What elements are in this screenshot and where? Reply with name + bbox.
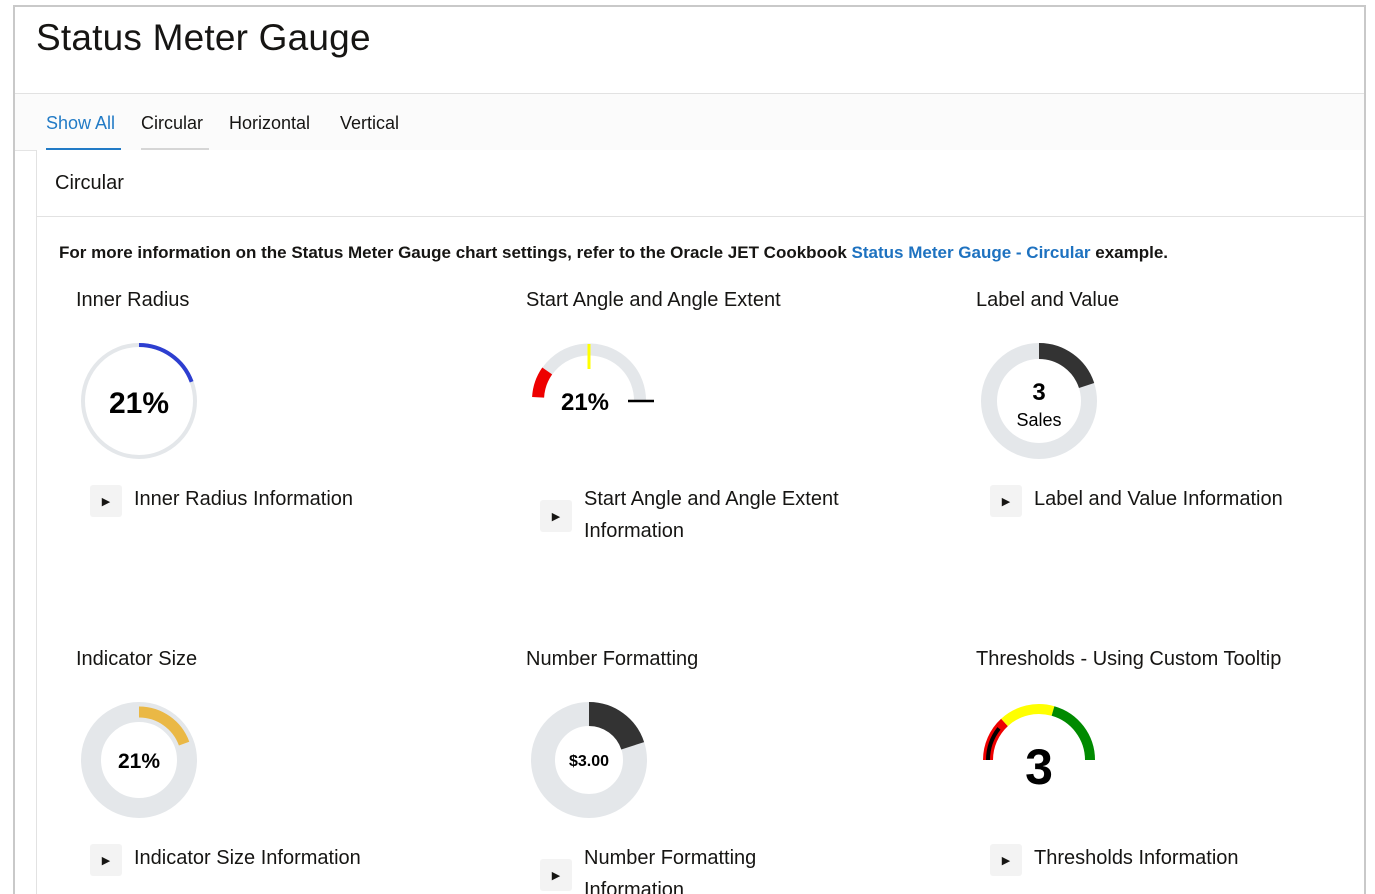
cookbook-link[interactable]: Status Meter Gauge - Circular <box>852 243 1091 262</box>
gauge-indicator <box>532 367 553 398</box>
gauge-value-label: 21% <box>118 750 160 773</box>
thresholds-disclosure[interactable]: ▶ Thresholds Information <box>990 842 1239 876</box>
panel-title: Circular <box>55 172 124 194</box>
disclosure-label: Indicator Size Information <box>134 847 361 869</box>
disclosure-label: Thresholds Information <box>1034 847 1239 869</box>
gauge-value-label: $3.00 <box>569 753 609 770</box>
gauge-threshold-yellow <box>1001 704 1055 727</box>
disclosure-line-1: Number Formatting <box>584 847 757 869</box>
label-value-disclosure[interactable]: ▶ Label and Value Information <box>990 483 1283 517</box>
gauge-indicator <box>588 702 645 751</box>
gauge-sub-label: Sales <box>1016 410 1061 430</box>
triangle-right-icon[interactable]: ▶ <box>90 844 122 876</box>
start-angle-disclosure[interactable]: ▶ Start Angle and Angle Extent Informatio… <box>540 483 839 547</box>
page-header: Status Meter Gauge <box>15 7 1364 94</box>
card-title-start-angle: Start Angle and Angle Extent <box>526 289 781 311</box>
circular-panel: Circular For more information on the Sta… <box>36 150 1364 894</box>
triangle-right-icon[interactable]: ▶ <box>990 485 1022 517</box>
disclosure-line-2: Information <box>584 879 685 894</box>
triangle-right-icon[interactable]: ▶ <box>90 485 122 517</box>
card-title-label-value: Label and Value <box>976 289 1120 311</box>
card-title-indicator-size: Indicator Size <box>76 648 198 670</box>
panel-header: Circular <box>37 150 1364 217</box>
indicator-size-disclosure[interactable]: ▶ Indicator Size Information <box>90 842 361 876</box>
gauge-number-formatting[interactable]: $3.00 <box>524 695 654 825</box>
tab-show-all[interactable]: Show All <box>46 94 121 150</box>
triangle-right-icon[interactable]: ▶ <box>990 844 1022 876</box>
gauge-indicator <box>1038 342 1095 389</box>
cookbook-info: For more information on the Status Meter… <box>59 243 1168 263</box>
gauge-start-angle[interactable]: 21% <box>524 336 654 466</box>
tab-circular[interactable]: Circular <box>141 94 209 150</box>
gauge-indicator <box>138 343 194 383</box>
disclosure-label: Number Formatting Information <box>584 842 756 894</box>
info-prefix: For more information on the Status Meter… <box>59 243 852 262</box>
card-title-thresholds: Thresholds - Using Custom Tooltip <box>976 648 1282 670</box>
disclosure-line-2: Information <box>584 520 685 542</box>
gauge-indicator-size[interactable]: 21% <box>74 695 204 825</box>
gauge-inner-radius[interactable]: 21% <box>74 336 204 466</box>
gauge-value-label: 21% <box>561 389 609 416</box>
app-frame: Status Meter Gauge Show All Circular Hor… <box>13 5 1366 894</box>
page-title: Status Meter Gauge <box>36 17 371 58</box>
tab-horizontal[interactable]: Horizontal <box>229 94 310 148</box>
gauge-threshold-green <box>1051 706 1095 761</box>
tab-vertical[interactable]: Vertical <box>340 94 399 148</box>
inner-radius-disclosure[interactable]: ▶ Inner Radius Information <box>90 483 353 517</box>
gauge-value-label: 3 <box>1025 739 1053 795</box>
disclosure-label: Label and Value Information <box>1034 488 1283 510</box>
gauge-thresholds[interactable]: 3 <box>974 695 1104 825</box>
gauge-label-value[interactable]: 3 Sales <box>974 336 1104 466</box>
card-title-number-formatting: Number Formatting <box>526 648 699 670</box>
number-formatting-disclosure[interactable]: ▶ Number Formatting Information <box>540 842 756 894</box>
gauge-value-label: 21% <box>109 387 169 420</box>
tab-bar: Show All Circular Horizontal Vertical <box>15 94 1364 151</box>
info-suffix: example. <box>1090 243 1169 262</box>
triangle-right-icon[interactable]: ▶ <box>540 859 572 891</box>
gauge-value-label: 3 <box>1032 379 1045 406</box>
triangle-right-icon[interactable]: ▶ <box>540 500 572 532</box>
disclosure-line-1: Start Angle and Angle Extent <box>584 488 839 510</box>
card-title-inner-radius: Inner Radius <box>76 289 190 311</box>
disclosure-label: Inner Radius Information <box>134 488 354 510</box>
disclosure-label: Start Angle and Angle Extent Information <box>584 483 839 547</box>
